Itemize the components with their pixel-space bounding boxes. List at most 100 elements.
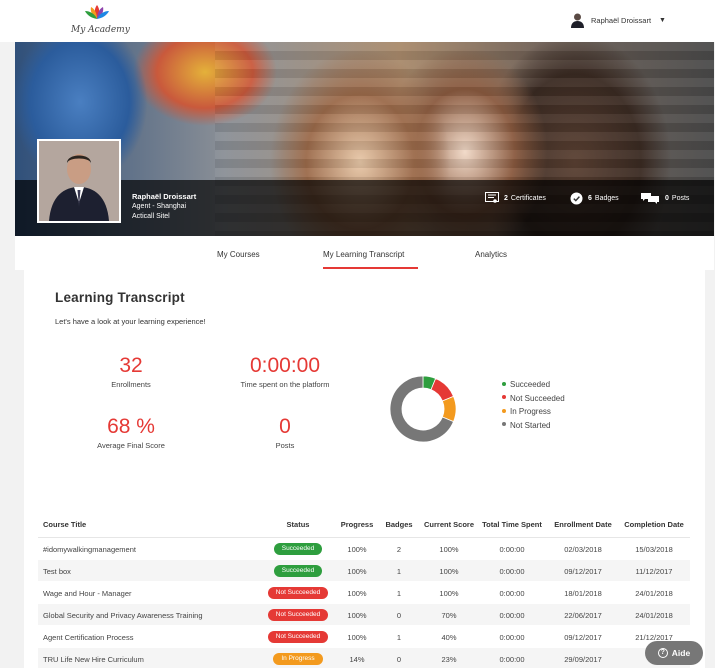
certificates-label: Certificates: [510, 194, 546, 202]
header-completion-date[interactable]: Completion Date: [618, 512, 690, 538]
top-bar: My Academy Raphaël Droissart ▼: [0, 0, 715, 42]
table-row[interactable]: Global Security and Privacy Awareness Tr…: [38, 604, 690, 626]
tab-my-learning-transcript[interactable]: My Learning Transcript: [323, 250, 404, 259]
badges-stat[interactable]: 6 Badges: [570, 190, 619, 206]
cell-course-title[interactable]: TRU Life New Hire Curriculum: [38, 648, 258, 668]
profile-info: Raphaël Droissart Agent - Shanghai Actic…: [132, 192, 196, 222]
cell-status: Succeeded: [258, 538, 338, 560]
cell-status: Not Succeeded: [258, 582, 338, 604]
header-badges[interactable]: Badges: [376, 512, 422, 538]
legend-label: Succeeded: [510, 380, 551, 389]
profile-photo: [37, 139, 121, 223]
status-badge: Not Succeeded: [267, 631, 329, 643]
page-title: Learning Transcript: [55, 290, 185, 305]
header-progress[interactable]: Progress: [338, 512, 376, 538]
header-current-score[interactable]: Current Score: [422, 512, 476, 538]
posts-count-stat: 0 Posts: [240, 415, 330, 451]
cell-course-title[interactable]: Test box: [38, 560, 258, 582]
cell-progress: 100%: [347, 544, 367, 554]
header-course-title[interactable]: Course Title: [38, 512, 258, 538]
tab-my-courses[interactable]: My Courses: [217, 250, 260, 259]
cell-total-time: 0:00:00: [499, 632, 525, 642]
table-row[interactable]: Agent Certification Process Not Succeeded…: [38, 626, 690, 648]
certificate-icon: [485, 192, 499, 203]
legend-dot: [502, 381, 506, 386]
cell-course-title[interactable]: Wage and Hour - Manager: [38, 582, 258, 604]
posts-count-value: 0: [279, 415, 291, 438]
certificates-stat[interactable]: 2 Certificates: [485, 190, 546, 206]
enrollments-label: Enrollments: [111, 380, 151, 389]
cell-current-score: 100%: [439, 588, 459, 598]
chevron-down-icon: ▼: [659, 16, 666, 24]
question-icon: ?: [657, 648, 668, 658]
cell-enrollment-date: 18/01/2018: [564, 588, 602, 598]
cell-completion-date: 24/01/2018: [635, 588, 673, 598]
cell-total-time: 0:00:00: [499, 588, 525, 598]
posts-count: 0: [665, 194, 669, 202]
page-subtitle: Let's have a look at your learning exper…: [55, 317, 206, 326]
cell-total-time: 0:00:00: [499, 610, 525, 620]
status-badge: Succeeded: [273, 543, 323, 555]
cell-progress: 100%: [347, 566, 367, 576]
legend-label: In Progress: [510, 407, 551, 416]
cell-course-title[interactable]: Global Security and Privacy Awareness Tr…: [38, 604, 258, 626]
table-row[interactable]: Wage and Hour - Manager Not Succeeded 100%…: [38, 582, 690, 604]
table-body: #idomywalkingmanagement Succeeded 100% 2 100…: [38, 538, 690, 668]
legend-item-succeeded: Succeeded: [502, 378, 565, 392]
certificates-count: 2: [504, 194, 508, 202]
cell-course-title[interactable]: #idomywalkingmanagement: [38, 538, 258, 560]
learning-transcript-card: Learning Transcript Let's have a look at…: [24, 270, 705, 668]
cell-progress: 14%: [349, 654, 365, 664]
posts-stat[interactable]: 0 Posts: [640, 190, 689, 206]
lotus-logo-icon: [85, 5, 109, 19]
cell-badges: 1: [396, 632, 402, 642]
cell-enrollment-date: 02/03/2018: [564, 544, 602, 554]
status-badge: Not Succeeded: [267, 587, 329, 599]
table-row[interactable]: Test box Succeeded 100% 1 100% 0:00:00 09/12/2…: [38, 560, 690, 582]
posts-count-label: Posts: [275, 441, 295, 450]
cell-total-time: 0:00:00: [499, 544, 525, 554]
legend-dot: [502, 422, 506, 427]
status-badge: In Progress: [273, 653, 323, 665]
active-tab-indicator: [323, 267, 418, 269]
chat-bubbles-icon: [641, 193, 659, 204]
cell-current-score: 100%: [439, 566, 459, 576]
cell-enrollment-date: 22/06/2017: [564, 610, 602, 620]
chart-legend: Succeeded Not Succeeded In Progress Not …: [502, 378, 565, 432]
table-row[interactable]: TRU Life New Hire Curriculum In Progress 1…: [38, 648, 690, 668]
transcript-tabs: My Courses My Learning Transcript Analyt…: [15, 236, 714, 270]
table-header: Course Title Status Progress Badges Curr…: [38, 512, 690, 538]
header-enrollment-date[interactable]: Enrollment Date: [548, 512, 618, 538]
cell-course-title[interactable]: Agent Certification Process: [38, 626, 258, 648]
table-row[interactable]: #idomywalkingmanagement Succeeded 100% 2 100…: [38, 538, 690, 560]
badge-icon: [570, 192, 583, 204]
cell-status: Succeeded: [258, 560, 338, 582]
cell-badges: 2: [396, 544, 402, 554]
profile-name: Raphaël Droissart: [132, 192, 197, 201]
cell-badges: 1: [396, 588, 402, 598]
header-status[interactable]: Status: [258, 512, 338, 538]
user-name: Raphaël Droissart: [591, 15, 652, 25]
cell-enrollment-date: 29/09/2017: [564, 654, 602, 664]
user-menu[interactable]: Raphaël Droissart ▼: [570, 11, 666, 29]
cell-current-score: 23%: [441, 654, 457, 664]
posts-label: Posts: [671, 194, 690, 202]
cell-badges: 0: [396, 610, 402, 620]
help-label: Aide: [671, 648, 691, 658]
header-total-time[interactable]: Total Time Spent: [476, 512, 548, 538]
help-button[interactable]: ? Aide: [645, 641, 703, 665]
cell-total-time: 0:00:00: [499, 654, 525, 664]
app-logo[interactable]: My Academy: [68, 5, 130, 37]
status-badge: Not Succeeded: [267, 609, 329, 621]
cell-enrollment-date: 09/12/2017: [564, 566, 602, 576]
cell-status: In Progress: [258, 648, 338, 668]
tab-analytics[interactable]: Analytics: [475, 250, 507, 259]
cell-total-time: 0:00:00: [499, 566, 525, 576]
profile-company: Acticall Sitel: [132, 213, 170, 220]
cell-current-score: 100%: [439, 544, 459, 554]
legend-item-not-started: Not Started: [502, 419, 565, 433]
cell-status: Not Succeeded: [258, 604, 338, 626]
average-score-stat: 68 % Average Final Score: [81, 415, 181, 451]
legend-item-in-progress: In Progress: [502, 405, 565, 419]
cell-current-score: 40%: [441, 632, 457, 642]
